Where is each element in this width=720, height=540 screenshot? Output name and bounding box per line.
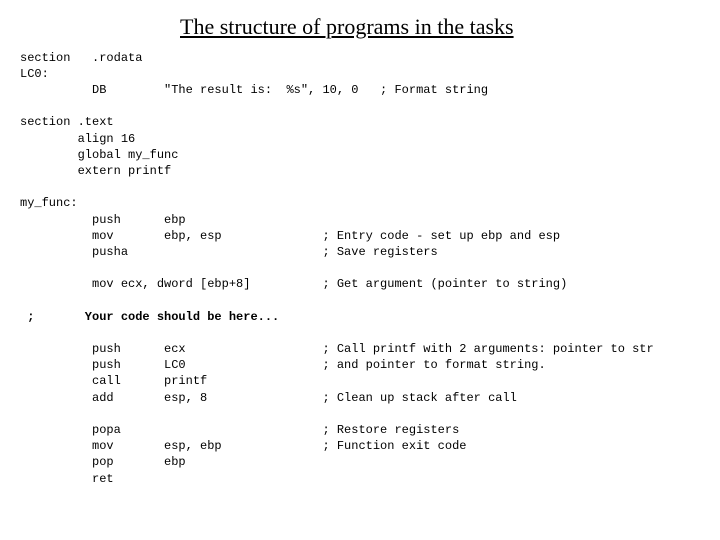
code-block: section .rodata LC0: DB "The result is: … bbox=[20, 50, 700, 487]
code-line: LC0: bbox=[20, 67, 49, 81]
code-line: mov esp, ebp ; Function exit code bbox=[20, 439, 466, 453]
code-line: call printf bbox=[20, 374, 207, 388]
code-line: push ecx ; Call printf with 2 arguments:… bbox=[20, 342, 654, 356]
code-line: section .text bbox=[20, 115, 114, 129]
code-line: section .rodata bbox=[20, 51, 142, 65]
page-title: The structure of programs in the tasks bbox=[180, 12, 700, 42]
code-line: push LC0 ; and pointer to format string. bbox=[20, 358, 546, 372]
code-line: extern printf bbox=[20, 164, 171, 178]
code-line: mov ecx, dword [ebp+8] ; Get argument (p… bbox=[20, 277, 567, 291]
code-line: popa ; Restore registers bbox=[20, 423, 459, 437]
code-line-placeholder: ; Your code should be here... bbox=[20, 310, 279, 324]
code-line: add esp, 8 ; Clean up stack after call bbox=[20, 391, 517, 405]
code-line: align 16 bbox=[20, 132, 135, 146]
code-line: pop ebp bbox=[20, 455, 186, 469]
code-line: DB "The result is: %s", 10, 0 ; Format s… bbox=[20, 83, 488, 97]
code-line: ret bbox=[20, 472, 114, 486]
code-line: mov ebp, esp ; Entry code - set up ebp a… bbox=[20, 229, 560, 243]
code-line: global my_func bbox=[20, 148, 178, 162]
code-line: my_func: bbox=[20, 196, 78, 210]
code-line: push ebp bbox=[20, 213, 322, 227]
code-line: pusha ; Save registers bbox=[20, 245, 438, 259]
